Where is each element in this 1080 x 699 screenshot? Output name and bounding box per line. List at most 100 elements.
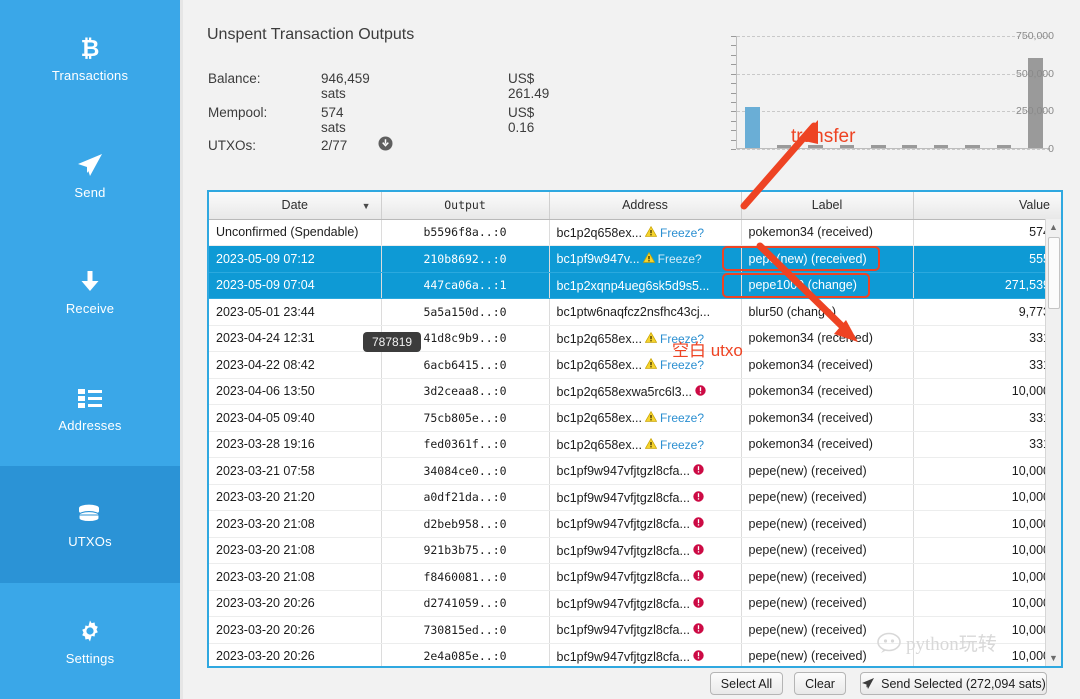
chart-bar[interactable] [902,145,917,148]
table-row[interactable]: 2023-04-05 09:40 75cb805e..:0 bc1p2q658ex.… [209,404,1061,432]
freeze-link[interactable]: Freeze? [660,438,704,452]
cell-label: pepe(new) (received) [741,484,914,511]
clear-button[interactable]: Clear [794,672,846,695]
address-text: bc1p2q658ex... [556,331,643,346]
column-header-date[interactable]: Date ▼ [209,192,382,220]
sidebar-item-transactions[interactable]: ₿ Transactions [0,0,180,117]
cell-label: pokemon34 (received) [741,219,914,246]
scrollbar-thumb[interactable] [1048,237,1060,309]
cell-label: blur50 (change) [741,298,914,326]
cell-label: pepe(new) (received) [741,616,914,644]
table-row[interactable]: 2023-04-06 13:50 3d2ceaa8..:0 bc1p2q658exw… [209,378,1061,405]
cell-value: 9,773 [913,298,1061,326]
send-selected-button[interactable]: Send Selected (272,094 sats) [860,672,1047,695]
freeze-link[interactable]: Freeze? [658,252,702,266]
chart-y-tick-mark [731,92,736,94]
chart-bar[interactable] [745,107,760,148]
chart-bar[interactable] [965,145,980,148]
table-row[interactable]: 2023-03-20 21:20 a0df21da..:0 bc1pf9w947vf… [209,484,1061,511]
balance-fiat: US$ 261.49 [508,71,550,101]
error-circle-icon [693,649,704,664]
cell-value: 10,000 [913,510,1061,538]
cell-value: 271,539 [913,272,1061,299]
mempool-fiat: US$ 0.16 [508,105,535,135]
address-text: bc1p2q658ex... [556,411,643,426]
table-vertical-scrollbar[interactable]: ▲ ▼ [1045,219,1061,666]
sidebar: ₿ Transactions Send Receive Addresses UT… [0,0,180,699]
sidebar-item-label: UTXOs [68,534,112,550]
table-row[interactable]: 2023-03-20 20:26 730815ed..:0 bc1pf9w947vf… [209,616,1061,644]
utxo-bar-chart: 750,000 500,000 250,000 0 transfer [673,28,1058,173]
cell-label: pepe(new) (received) [741,590,914,617]
cell-value: 574 [913,219,1061,246]
cell-value: 10,000 [913,378,1061,405]
chart-bar[interactable] [933,145,949,148]
table-row[interactable]: 2023-05-09 07:04 447ca06a..:1 bc1p2xqnp4ue… [209,272,1061,299]
select-all-button[interactable]: Select All [710,672,783,695]
address-text: bc1p2xqnp4ueg6sk5d9s5... [556,278,710,293]
sidebar-item-label: Transactions [51,68,129,84]
cell-address: bc1ptw6naqfcz2nsfhc43cj... [549,298,742,326]
table-row[interactable]: 2023-04-22 08:42 6acb6415..:0 bc1p2q658ex.… [209,351,1061,379]
table-row[interactable]: 2023-03-20 21:08 d2beb958..:0 bc1pf9w947vf… [209,510,1061,538]
table-row[interactable]: 2023-03-28 19:16 fed0361f..:0 bc1p2q658ex.… [209,431,1061,458]
table-row[interactable]: 2023-03-21 07:58 34084ce0..:0 bc1pf9w947vf… [209,457,1061,485]
column-header-output[interactable]: Output [381,192,550,220]
column-header-label[interactable]: Label [741,192,914,220]
address-text: bc1ptw6naqfcz2nsfhc43cj... [556,305,711,320]
column-header-label: Date [281,198,308,213]
cell-value: 10,000 [913,484,1061,511]
address-text: bc1pf9w947vfjtgzl8cfa... [556,543,690,558]
cell-date: 2023-03-20 20:26 [209,616,382,644]
address-text: bc1pf9w947vfjtgzl8cfa... [556,596,690,611]
table-row[interactable]: Unconfirmed (Spendable) b5596f8a..:0 bc1p2… [209,219,1061,246]
column-header-address[interactable]: Address [549,192,742,220]
cell-address: bc1pf9w947vfjtgzl8cfa... [549,643,742,666]
table-row[interactable]: 2023-03-20 20:26 2e4a085e..:0 bc1pf9w947vf… [209,643,1061,666]
sidebar-item-receive[interactable]: Receive [0,233,180,350]
table-row[interactable]: 2023-05-09 07:12 210b8692..:0 bc1pf9w947v.… [209,245,1061,273]
cell-value: 10,000 [913,590,1061,617]
cell-output: 447ca06a..:1 [381,272,550,299]
cell-value: 331 [913,325,1061,352]
chart-y-tick-mark [731,130,736,132]
cell-output: 3d2ceaa8..:0 [381,378,550,405]
download-circle-icon[interactable] [378,136,393,151]
table-body: Unconfirmed (Spendable) b5596f8a..:0 bc1p2… [209,219,1061,666]
cell-value: 555 [913,245,1061,273]
warning-triangle-icon [642,251,655,266]
sort-caret-icon[interactable]: ▼ [362,201,371,211]
cell-date: 2023-03-28 19:16 [209,431,382,458]
table-row[interactable]: 2023-03-20 21:08 921b3b75..:0 bc1pf9w947vf… [209,537,1061,564]
utxo-table-element: Date ▼ Output Address Label Value Unconf… [209,192,1061,666]
error-circle-icon [695,384,706,399]
freeze-link[interactable]: Freeze? [660,226,704,240]
cell-label: pepe(new) (received) [741,537,914,564]
table-row[interactable]: 2023-03-20 21:08 f8460081..:0 bc1pf9w947vf… [209,563,1061,591]
balance-label: Balance: [208,71,261,86]
column-header-value[interactable]: Value [913,192,1061,220]
chart-y-tick-label: 500,000 [1016,67,1054,80]
table-row[interactable]: 2023-03-20 20:26 d2741059..:0 bc1pf9w947vf… [209,590,1061,617]
chart-bar[interactable] [871,145,886,148]
table-row[interactable]: 2023-04-24 12:31 41d8c9b9..:0 bc1p2q658ex.… [209,325,1061,352]
utxos-value: 2/77 [321,138,348,153]
error-circle-icon [693,570,704,584]
address-text: bc1pf9w947vfjtgzl8cfa... [556,490,690,505]
sidebar-item-addresses[interactable]: Addresses [0,350,180,467]
error-circle-icon [693,623,704,637]
freeze-link[interactable]: Freeze? [660,411,704,425]
sidebar-item-send[interactable]: Send [0,117,180,234]
sidebar-item-utxos[interactable]: UTXOs [0,466,180,583]
footer-toolbar: Select All Clear Send Selected (272,094 … [183,668,1080,699]
table-row[interactable]: 2023-05-01 23:44 5a5a150d..:0 bc1ptw6naqfc… [209,298,1061,326]
scroll-down-icon[interactable]: ▼ [1046,650,1061,666]
scroll-up-icon[interactable]: ▲ [1046,219,1061,235]
cell-label: pokemon34 (received) [741,431,914,458]
chart-bar[interactable] [776,145,792,148]
address-text: bc1pf9w947vfjtgzl8cfa... [556,464,690,479]
cell-address: bc1p2q658ex... Freeze? [549,219,742,246]
address-text: bc1p2q658exwa5rc6l3... [556,384,693,399]
svg-text:₿: ₿ [81,35,100,61]
sidebar-item-settings[interactable]: Settings [0,583,180,699]
